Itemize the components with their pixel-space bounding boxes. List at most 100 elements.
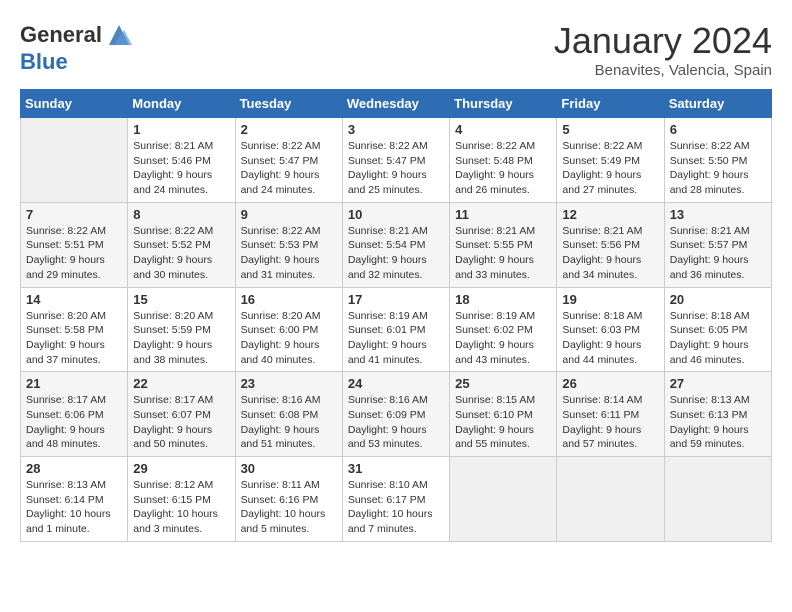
calendar-cell: 6 Sunrise: 8:22 AMSunset: 5:50 PMDaylight… <box>664 118 771 203</box>
cell-details: Sunrise: 8:16 AMSunset: 6:08 PMDaylight:… <box>241 393 337 452</box>
calendar-header-row: SundayMondayTuesdayWednesdayThursdayFrid… <box>21 90 772 118</box>
calendar-cell: 22Sunrise: 8:17 AMSunset: 6:07 PMDayligh… <box>128 372 235 457</box>
day-number: 28 <box>26 461 122 476</box>
day-number: 10 <box>348 207 444 222</box>
calendar-cell: 29 Sunrise: 8:12 AMSunset: 6:15 PMDayligh… <box>128 457 235 542</box>
cell-details: Sunrise: 8:21 AMSunset: 5:55 PMDaylight:… <box>455 224 551 283</box>
day-number: 20 <box>670 292 766 307</box>
day-number: 12 <box>562 207 658 222</box>
calendar-cell: 26Sunrise: 8:14 AMSunset: 6:11 PMDayligh… <box>557 372 664 457</box>
calendar-cell <box>557 457 664 542</box>
calendar-cell <box>664 457 771 542</box>
calendar-cell: 7 Sunrise: 8:22 AMSunset: 5:51 PMDaylight… <box>21 202 128 287</box>
logo-blue-text: Blue <box>20 49 68 74</box>
calendar-cell: 30Sunrise: 8:11 AMSunset: 6:16 PMDayligh… <box>235 457 342 542</box>
cell-details: Sunrise: 8:20 AMSunset: 5:58 PMDaylight:… <box>26 309 122 368</box>
calendar-cell: 14Sunrise: 8:20 AMSunset: 5:58 PMDayligh… <box>21 287 128 372</box>
day-number: 3 <box>348 122 444 137</box>
day-number: 6 <box>670 122 766 137</box>
column-header-monday: Monday <box>128 90 235 118</box>
cell-details: Sunrise: 8:21 AMSunset: 5:46 PMDaylight:… <box>133 139 229 198</box>
cell-details: Sunrise: 8:22 AMSunset: 5:51 PMDaylight:… <box>26 224 122 283</box>
day-number: 4 <box>455 122 551 137</box>
calendar-cell: 24 Sunrise: 8:16 AMSunset: 6:09 PMDayligh… <box>342 372 449 457</box>
cell-details: Sunrise: 8:13 AMSunset: 6:14 PMDaylight:… <box>26 478 122 537</box>
calendar-cell: 1 Sunrise: 8:21 AMSunset: 5:46 PMDaylight… <box>128 118 235 203</box>
day-number: 9 <box>241 207 337 222</box>
cell-details: Sunrise: 8:22 AMSunset: 5:49 PMDaylight:… <box>562 139 658 198</box>
calendar-cell: 9 Sunrise: 8:22 AMSunset: 5:53 PMDaylight… <box>235 202 342 287</box>
column-header-saturday: Saturday <box>664 90 771 118</box>
cell-details: Sunrise: 8:18 AMSunset: 6:05 PMDaylight:… <box>670 309 766 368</box>
calendar-cell: 27Sunrise: 8:13 AMSunset: 6:13 PMDayligh… <box>664 372 771 457</box>
cell-details: Sunrise: 8:22 AMSunset: 5:52 PMDaylight:… <box>133 224 229 283</box>
calendar-cell: 8 Sunrise: 8:22 AMSunset: 5:52 PMDaylight… <box>128 202 235 287</box>
day-number: 2 <box>241 122 337 137</box>
day-number: 27 <box>670 376 766 391</box>
day-number: 7 <box>26 207 122 222</box>
calendar-cell: 15 Sunrise: 8:20 AMSunset: 5:59 PMDayligh… <box>128 287 235 372</box>
day-number: 15 <box>133 292 229 307</box>
calendar-table: SundayMondayTuesdayWednesdayThursdayFrid… <box>20 89 772 542</box>
cell-details: Sunrise: 8:21 AMSunset: 5:54 PMDaylight:… <box>348 224 444 283</box>
calendar-cell: 17 Sunrise: 8:19 AMSunset: 6:01 PMDayligh… <box>342 287 449 372</box>
calendar-cell: 10 Sunrise: 8:21 AMSunset: 5:54 PMDayligh… <box>342 202 449 287</box>
calendar-week-row: 7 Sunrise: 8:22 AMSunset: 5:51 PMDaylight… <box>21 202 772 287</box>
day-number: 21 <box>26 376 122 391</box>
cell-details: Sunrise: 8:18 AMSunset: 6:03 PMDaylight:… <box>562 309 658 368</box>
title-block: January 2024 Benavites, Valencia, Spain <box>554 20 772 79</box>
cell-details: Sunrise: 8:17 AMSunset: 6:06 PMDaylight:… <box>26 393 122 452</box>
cell-details: Sunrise: 8:21 AMSunset: 5:56 PMDaylight:… <box>562 224 658 283</box>
day-number: 1 <box>133 122 229 137</box>
day-number: 24 <box>348 376 444 391</box>
cell-details: Sunrise: 8:19 AMSunset: 6:02 PMDaylight:… <box>455 309 551 368</box>
cell-details: Sunrise: 8:22 AMSunset: 5:53 PMDaylight:… <box>241 224 337 283</box>
calendar-cell: 2 Sunrise: 8:22 AMSunset: 5:47 PMDaylight… <box>235 118 342 203</box>
day-number: 31 <box>348 461 444 476</box>
day-number: 13 <box>670 207 766 222</box>
calendar-cell: 13Sunrise: 8:21 AMSunset: 5:57 PMDayligh… <box>664 202 771 287</box>
calendar-cell: 18 Sunrise: 8:19 AMSunset: 6:02 PMDayligh… <box>450 287 557 372</box>
column-header-tuesday: Tuesday <box>235 90 342 118</box>
calendar-cell: 20 Sunrise: 8:18 AMSunset: 6:05 PMDayligh… <box>664 287 771 372</box>
calendar-cell: 21 Sunrise: 8:17 AMSunset: 6:06 PMDayligh… <box>21 372 128 457</box>
calendar-cell: 25 Sunrise: 8:15 AMSunset: 6:10 PMDayligh… <box>450 372 557 457</box>
cell-details: Sunrise: 8:10 AMSunset: 6:17 PMDaylight:… <box>348 478 444 537</box>
cell-details: Sunrise: 8:22 AMSunset: 5:47 PMDaylight:… <box>241 139 337 198</box>
calendar-cell: 28 Sunrise: 8:13 AMSunset: 6:14 PMDayligh… <box>21 457 128 542</box>
cell-details: Sunrise: 8:14 AMSunset: 6:11 PMDaylight:… <box>562 393 658 452</box>
calendar-cell: 4Sunrise: 8:22 AMSunset: 5:48 PMDaylight… <box>450 118 557 203</box>
calendar-cell: 19 Sunrise: 8:18 AMSunset: 6:03 PMDayligh… <box>557 287 664 372</box>
cell-details: Sunrise: 8:11 AMSunset: 6:16 PMDaylight:… <box>241 478 337 537</box>
cell-details: Sunrise: 8:12 AMSunset: 6:15 PMDaylight:… <box>133 478 229 537</box>
day-number: 23 <box>241 376 337 391</box>
day-number: 19 <box>562 292 658 307</box>
calendar-week-row: 14Sunrise: 8:20 AMSunset: 5:58 PMDayligh… <box>21 287 772 372</box>
calendar-cell: 31 Sunrise: 8:10 AMSunset: 6:17 PMDayligh… <box>342 457 449 542</box>
logo-icon <box>104 20 134 50</box>
day-number: 16 <box>241 292 337 307</box>
cell-details: Sunrise: 8:19 AMSunset: 6:01 PMDaylight:… <box>348 309 444 368</box>
calendar-cell: 12 Sunrise: 8:21 AMSunset: 5:56 PMDayligh… <box>557 202 664 287</box>
cell-details: Sunrise: 8:15 AMSunset: 6:10 PMDaylight:… <box>455 393 551 452</box>
column-header-thursday: Thursday <box>450 90 557 118</box>
cell-details: Sunrise: 8:17 AMSunset: 6:07 PMDaylight:… <box>133 393 229 452</box>
calendar-week-row: 28 Sunrise: 8:13 AMSunset: 6:14 PMDayligh… <box>21 457 772 542</box>
calendar-cell <box>21 118 128 203</box>
calendar-cell: 16Sunrise: 8:20 AMSunset: 6:00 PMDayligh… <box>235 287 342 372</box>
page-header: General Blue January 2024 Benavites, Val… <box>20 20 772 79</box>
cell-details: Sunrise: 8:16 AMSunset: 6:09 PMDaylight:… <box>348 393 444 452</box>
day-number: 17 <box>348 292 444 307</box>
calendar-cell: 23 Sunrise: 8:16 AMSunset: 6:08 PMDayligh… <box>235 372 342 457</box>
cell-details: Sunrise: 8:22 AMSunset: 5:50 PMDaylight:… <box>670 139 766 198</box>
calendar-cell <box>450 457 557 542</box>
day-number: 11 <box>455 207 551 222</box>
day-number: 8 <box>133 207 229 222</box>
day-number: 18 <box>455 292 551 307</box>
calendar-cell: 3 Sunrise: 8:22 AMSunset: 5:47 PMDaylight… <box>342 118 449 203</box>
day-number: 25 <box>455 376 551 391</box>
day-number: 29 <box>133 461 229 476</box>
cell-details: Sunrise: 8:20 AMSunset: 5:59 PMDaylight:… <box>133 309 229 368</box>
cell-details: Sunrise: 8:22 AMSunset: 5:47 PMDaylight:… <box>348 139 444 198</box>
logo-general-text: General <box>20 22 102 47</box>
